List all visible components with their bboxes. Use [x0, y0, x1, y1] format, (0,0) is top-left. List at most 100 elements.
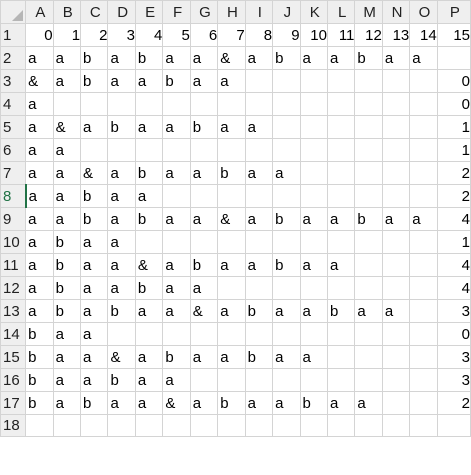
cell-g7[interactable]: a: [189, 161, 219, 185]
cell-i4[interactable]: [244, 92, 274, 116]
cell-b10[interactable]: b: [52, 230, 82, 254]
cell-m10[interactable]: [354, 230, 383, 254]
cell-n17[interactable]: [381, 391, 411, 415]
cell-m5[interactable]: [354, 115, 383, 139]
cell-j7[interactable]: a: [272, 161, 301, 185]
cell-n14[interactable]: [381, 322, 411, 346]
column-header-n[interactable]: N: [381, 0, 411, 24]
cell-p4[interactable]: 0: [436, 92, 471, 116]
cell-n4[interactable]: [381, 92, 411, 116]
cell-a1[interactable]: 0: [25, 23, 54, 47]
cell-f8[interactable]: [162, 184, 191, 208]
cell-k17[interactable]: b: [299, 391, 328, 415]
cell-k9[interactable]: a: [299, 207, 328, 231]
cell-d16[interactable]: b: [107, 368, 136, 392]
cell-b1[interactable]: 1: [52, 23, 82, 47]
cell-n2[interactable]: a: [381, 46, 411, 70]
column-header-g[interactable]: G: [189, 0, 219, 24]
row-header-18[interactable]: 18: [0, 414, 27, 437]
select-all-corner[interactable]: [0, 0, 27, 24]
column-header-e[interactable]: E: [134, 0, 164, 24]
cell-e12[interactable]: b: [134, 276, 164, 300]
row-header-5[interactable]: 5: [0, 115, 27, 139]
cell-e16[interactable]: a: [134, 368, 164, 392]
cell-c2[interactable]: b: [80, 46, 109, 70]
cell-j6[interactable]: [272, 138, 301, 162]
cell-g5[interactable]: b: [189, 115, 219, 139]
column-header-d[interactable]: D: [107, 0, 136, 24]
cell-a5[interactable]: a: [25, 115, 54, 139]
cell-d12[interactable]: a: [107, 276, 136, 300]
cell-o10[interactable]: [409, 230, 438, 254]
cell-m7[interactable]: [354, 161, 383, 185]
cell-f9[interactable]: a: [162, 207, 191, 231]
cell-h6[interactable]: [217, 138, 246, 162]
cell-d14[interactable]: [107, 322, 136, 346]
cell-j18[interactable]: [272, 414, 301, 437]
cell-l4[interactable]: [326, 92, 356, 116]
row-header-8[interactable]: 8: [0, 184, 27, 208]
cell-k3[interactable]: [299, 69, 328, 93]
column-header-p[interactable]: P: [436, 0, 471, 24]
cell-e14[interactable]: [134, 322, 164, 346]
cell-f13[interactable]: a: [162, 299, 191, 323]
cell-g13[interactable]: &: [189, 299, 219, 323]
cell-p7[interactable]: 2: [436, 161, 471, 185]
cell-m9[interactable]: b: [354, 207, 383, 231]
cell-k5[interactable]: [299, 115, 328, 139]
column-header-i[interactable]: I: [244, 0, 274, 24]
row-header-16[interactable]: 16: [0, 368, 27, 392]
row-header-7[interactable]: 7: [0, 161, 27, 185]
cell-l3[interactable]: [326, 69, 356, 93]
cell-f15[interactable]: b: [162, 345, 191, 369]
cell-e17[interactable]: a: [134, 391, 164, 415]
cell-c17[interactable]: b: [80, 391, 109, 415]
cell-e10[interactable]: [134, 230, 164, 254]
column-header-m[interactable]: M: [354, 0, 383, 24]
cell-i1[interactable]: 8: [244, 23, 274, 47]
cell-l9[interactable]: a: [326, 207, 356, 231]
cell-o11[interactable]: [409, 253, 438, 277]
cell-a7[interactable]: a: [25, 161, 54, 185]
cell-i2[interactable]: a: [244, 46, 274, 70]
cell-f11[interactable]: a: [162, 253, 191, 277]
cell-i7[interactable]: a: [244, 161, 274, 185]
cell-e18[interactable]: [134, 414, 164, 437]
cell-a11[interactable]: a: [25, 253, 54, 277]
cell-c7[interactable]: &: [80, 161, 109, 185]
cell-g9[interactable]: a: [189, 207, 219, 231]
cell-d1[interactable]: 3: [107, 23, 136, 47]
cell-h16[interactable]: [217, 368, 246, 392]
cell-e7[interactable]: b: [134, 161, 164, 185]
cell-i17[interactable]: a: [244, 391, 274, 415]
cell-m8[interactable]: [354, 184, 383, 208]
column-header-c[interactable]: C: [80, 0, 109, 24]
row-header-3[interactable]: 3: [0, 69, 27, 93]
column-header-o[interactable]: O: [409, 0, 438, 24]
cell-f17[interactable]: &: [162, 391, 191, 415]
cell-a16[interactable]: b: [25, 368, 54, 392]
cell-o17[interactable]: [409, 391, 438, 415]
cell-d18[interactable]: [107, 414, 136, 437]
cell-j5[interactable]: [272, 115, 301, 139]
cell-p6[interactable]: 1: [436, 138, 471, 162]
cell-c1[interactable]: 2: [80, 23, 109, 47]
cell-b11[interactable]: b: [52, 253, 82, 277]
cell-d15[interactable]: &: [107, 345, 136, 369]
cell-h11[interactable]: a: [217, 253, 246, 277]
cell-k13[interactable]: a: [299, 299, 328, 323]
cell-o9[interactable]: a: [409, 207, 438, 231]
cell-j3[interactable]: [272, 69, 301, 93]
cell-p3[interactable]: 0: [436, 69, 471, 93]
cell-e13[interactable]: a: [134, 299, 164, 323]
cell-d7[interactable]: a: [107, 161, 136, 185]
cell-m18[interactable]: [354, 414, 383, 437]
cell-l14[interactable]: [326, 322, 356, 346]
cell-c14[interactable]: a: [80, 322, 109, 346]
cell-l13[interactable]: b: [326, 299, 356, 323]
cell-a9[interactable]: a: [25, 207, 54, 231]
cell-c5[interactable]: a: [80, 115, 109, 139]
row-header-9[interactable]: 9: [0, 207, 27, 231]
cell-a13[interactable]: a: [25, 299, 54, 323]
cell-d10[interactable]: a: [107, 230, 136, 254]
